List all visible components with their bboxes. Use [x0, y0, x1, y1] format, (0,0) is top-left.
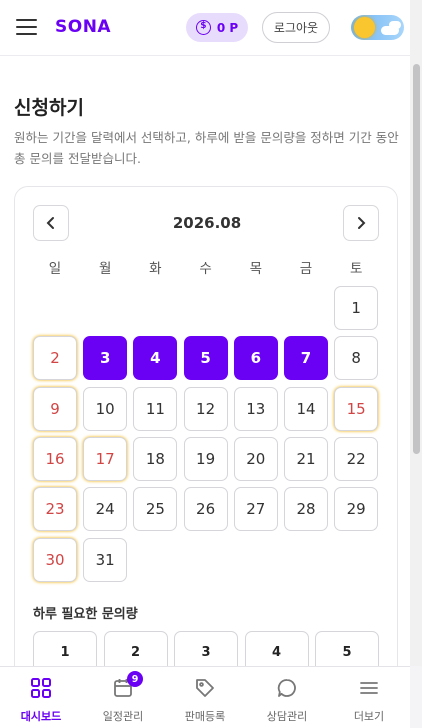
calendar-day[interactable]: 27 — [233, 487, 278, 532]
page-description: 원하는 기간을 달력에서 선택하고, 하루에 받을 문의량을 정하면 기간 동안… — [14, 130, 399, 166]
weekday-label: 월 — [98, 261, 112, 277]
weekday-label: 목 — [249, 261, 262, 277]
calendar-day[interactable]: 12 — [183, 386, 228, 431]
bottom-navigation: 대시보드 9 일정관리 판매등록 상담관리 더보기 — [0, 666, 410, 728]
calendar-day[interactable]: 15 — [334, 386, 379, 431]
points-badge[interactable]: $ 0 P — [186, 13, 248, 42]
nav-item-calendar[interactable]: 9 일정관리 — [82, 667, 164, 728]
notification-badge: 9 — [127, 671, 143, 687]
calendar-day[interactable]: 2 — [33, 336, 77, 381]
quantity-option[interactable]: 5 — [315, 631, 379, 666]
calendar-day[interactable]: 7 — [284, 336, 328, 381]
logout-button[interactable]: 로그아웃 — [262, 12, 330, 43]
chat-icon — [276, 667, 298, 703]
calendar-day[interactable]: 13 — [233, 386, 278, 431]
nav-label: 판매등록 — [184, 710, 226, 723]
weekday-label: 화 — [149, 261, 162, 277]
calendar-day[interactable]: 1 — [334, 286, 379, 330]
calendar-day[interactable]: 30 — [33, 537, 77, 582]
calendar-day[interactable]: 31 — [83, 537, 128, 582]
calendar-day[interactable]: 24 — [83, 487, 128, 532]
weekday-label: 수 — [199, 261, 212, 277]
calendar-day[interactable]: 4 — [133, 336, 178, 381]
page-title: 신청하기 — [14, 97, 84, 119]
calendar-day[interactable]: 5 — [183, 336, 228, 381]
calendar-day[interactable]: 21 — [284, 436, 328, 481]
points-value: 0 P — [216, 20, 239, 35]
calendar-day[interactable]: 14 — [284, 386, 328, 431]
theme-toggle[interactable] — [351, 15, 404, 40]
scrollbar-thumb[interactable] — [413, 64, 420, 454]
calendar-day[interactable]: 19 — [183, 436, 228, 481]
nav-item-dashboard[interactable]: 대시보드 — [0, 667, 82, 728]
more-menu-icon — [358, 667, 380, 703]
calendar-day[interactable]: 10 — [83, 386, 128, 431]
calendar-day[interactable]: 9 — [33, 386, 77, 431]
app-header: SONA $ 0 P 로그아웃 — [0, 0, 410, 56]
quantity-option[interactable]: 1 — [33, 631, 97, 666]
quantity-option[interactable]: 3 — [174, 631, 238, 666]
calendar-day[interactable]: 16 — [33, 436, 77, 481]
tag-icon — [194, 667, 216, 703]
cloud-icon — [389, 21, 401, 29]
main-content: 신청하기 원하는 기간을 달력에서 선택하고, 하루에 받을 문의량을 정하면 … — [0, 56, 410, 666]
coin-icon: $ — [195, 20, 211, 35]
calendar-day[interactable]: 3 — [83, 336, 128, 381]
calendar-day[interactable]: 20 — [233, 436, 278, 481]
hamburger-menu-icon[interactable] — [16, 19, 37, 36]
nav-item-chat[interactable]: 상담관리 — [246, 667, 328, 728]
weekday-label: 일 — [48, 261, 62, 277]
calendar-day[interactable]: 25 — [133, 487, 178, 532]
calendar-card: 2026.08 하루 필요한 문의량 일 월 화 수 목 금 토 1 2 3 4 5 6 7 8 9 10 11 1… — [14, 186, 398, 666]
calendar-day[interactable]: 18 — [133, 436, 178, 481]
nav-label: 상담관리 — [266, 710, 308, 723]
weekday-label: 금 — [299, 261, 313, 277]
dashboard-icon — [30, 667, 52, 703]
month-label: 2026.08 — [172, 214, 242, 232]
calendar-day[interactable]: 28 — [284, 487, 328, 532]
quantity-label: 하루 필요한 문의량 — [33, 607, 138, 622]
nav-label: 대시보드 — [20, 710, 62, 723]
quantity-option[interactable]: 4 — [244, 631, 309, 666]
brand-logo[interactable]: SONA — [55, 17, 111, 37]
nav-label: 일정관리 — [102, 710, 144, 723]
nav-item-tag[interactable]: 판매등록 — [164, 667, 246, 728]
weekday-label: 토 — [349, 261, 363, 277]
next-month-button[interactable] — [343, 205, 379, 241]
calendar-day[interactable]: 8 — [334, 336, 379, 381]
calendar-day[interactable]: 6 — [233, 336, 278, 381]
calendar-day[interactable]: 17 — [83, 436, 128, 481]
nav-item-more-menu[interactable]: 더보기 — [328, 667, 410, 728]
calendar-day[interactable]: 29 — [334, 487, 379, 532]
nav-label: 더보기 — [353, 710, 385, 723]
chevron-right-icon — [358, 217, 366, 229]
calendar-day[interactable]: 22 — [334, 436, 379, 481]
calendar-day[interactable]: 11 — [133, 386, 178, 431]
calendar-day[interactable]: 23 — [33, 487, 77, 532]
quantity-option[interactable]: 2 — [103, 631, 168, 666]
sun-icon — [354, 17, 375, 38]
calendar-day[interactable]: 26 — [183, 487, 228, 532]
